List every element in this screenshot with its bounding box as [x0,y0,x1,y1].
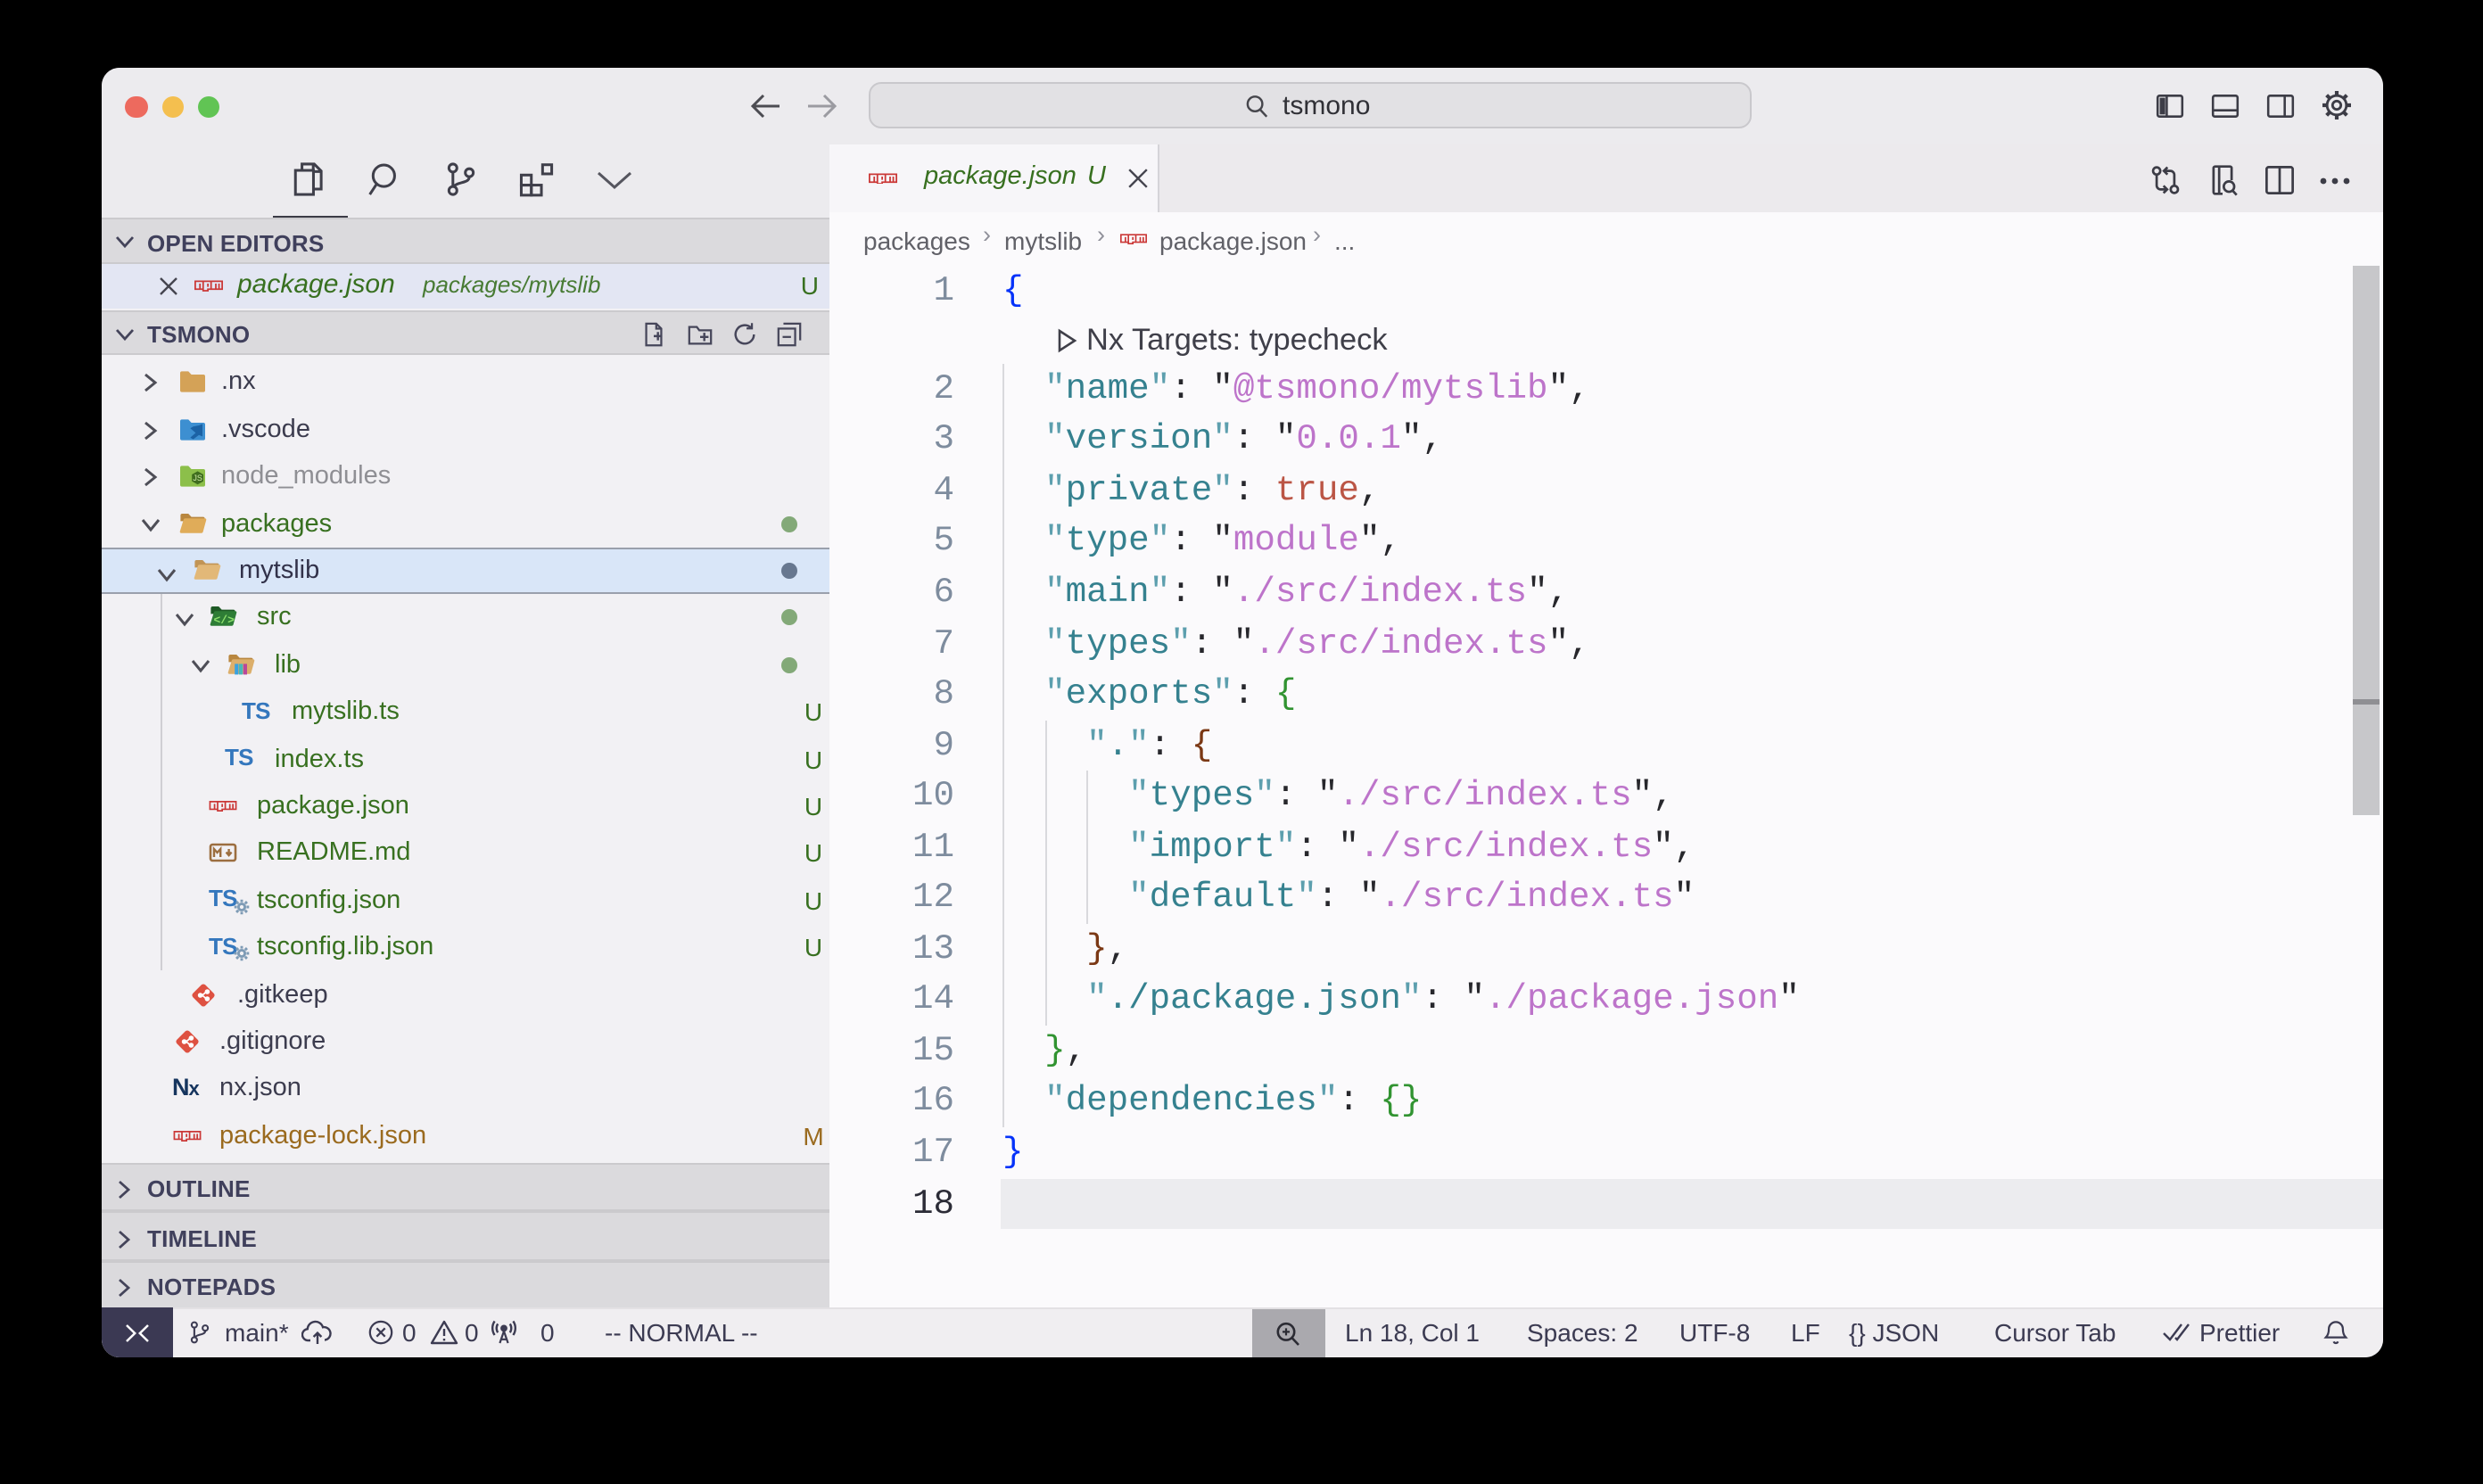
svg-text:JS: JS [192,474,202,483]
svg-text:</>: </> [213,614,235,628]
